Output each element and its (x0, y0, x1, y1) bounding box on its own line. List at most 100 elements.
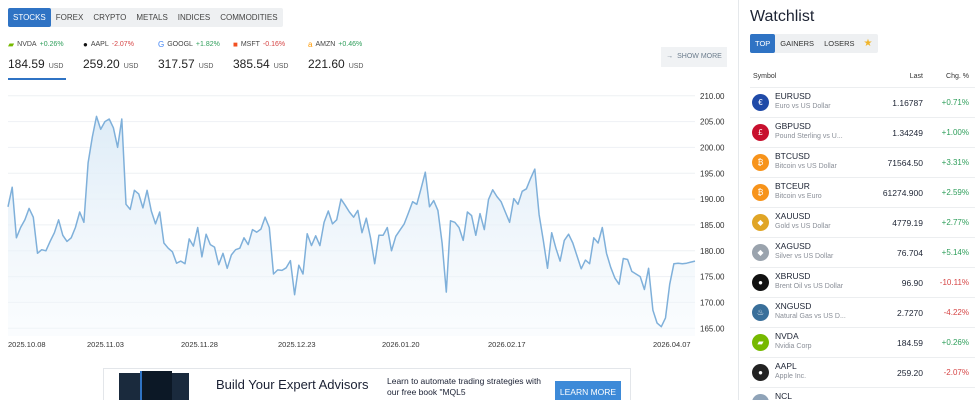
row-symbol: NCL (775, 391, 793, 400)
row-name: Pound Sterling vs U... (775, 133, 843, 140)
watchlist-row[interactable]: € EURUSD Euro vs US Dollar 1.16787 +0.71% (750, 87, 975, 117)
bitcoin-icon: ₿ (752, 184, 769, 201)
ad-description: Learn to automate trading strategies wit… (387, 376, 542, 397)
watchlist-row[interactable]: ◆ XAUUSD Gold vs US Dollar 4779.19 +2.77% (750, 207, 975, 237)
star-icon[interactable]: ★ (864, 38, 873, 49)
row-name: Gold vs US Dollar (775, 223, 831, 230)
watchlist-row[interactable]: ₿ BTCUSD Bitcoin vs US Dollar 71564.50 +3.31… (750, 147, 975, 177)
row-last: 184.59 (897, 338, 923, 348)
x-tick-label: 2026.01.20 (382, 340, 420, 349)
tab-indices[interactable]: INDICES (173, 8, 215, 27)
row-symbol: EURUSD (775, 91, 811, 101)
ticker-aapl[interactable]: ● AAPL -2.07% 259.20 USD (83, 40, 158, 73)
ticker-price: 259.20 (83, 57, 120, 71)
row-last: 259.20 (897, 368, 923, 378)
row-last: 61274.900 (882, 188, 923, 198)
show-more-label: SHOW MORE (677, 53, 722, 60)
gold-icon: ◆ (752, 214, 769, 231)
amazon-logo-icon: a (308, 40, 313, 49)
price-chart-svg: 210.00 205.00 200.00 195.00 190.00 185.00 180.… (7, 92, 725, 349)
y-tick-label: 165.00 (700, 324, 725, 333)
row-change: -10.11% (939, 278, 969, 287)
tab-losers[interactable]: LOSERS (819, 34, 859, 53)
row-change: +5.14% (941, 248, 969, 257)
watchlist-row[interactable]: NCL (750, 387, 975, 400)
row-symbol: AAPL (775, 361, 797, 371)
y-tick-label: 210.00 (700, 92, 725, 101)
row-name: Nvidia Corp (775, 343, 812, 350)
watchlist-list: € EURUSD Euro vs US Dollar 1.16787 +0.71% £ GB… (750, 87, 975, 400)
tab-stocks[interactable]: STOCKS (8, 8, 51, 27)
row-symbol: XBRUSD (775, 271, 811, 281)
y-tick-label: 180.00 (700, 247, 725, 256)
row-symbol: XNGUSD (775, 301, 812, 311)
ticker-price: 221.60 (308, 57, 345, 71)
row-name: Euro vs US Dollar (775, 103, 831, 110)
panel-divider (738, 0, 739, 400)
market-panel: STOCKS FOREX CRYPTO METALS INDICES COMMO… (0, 0, 735, 400)
x-tick-label: 2025.10.08 (8, 340, 46, 349)
x-tick-label: 2025.11.03 (87, 340, 124, 349)
selected-ticker-indicator (8, 78, 66, 80)
ticker-symbol: AMZN (315, 41, 336, 48)
watchlist-row[interactable]: ₿ BTCEUR Bitcoin vs Euro 61274.900 +2.59% (750, 177, 975, 207)
tab-crypto[interactable]: CRYPTO (88, 8, 131, 27)
row-last: 96.90 (901, 278, 923, 288)
x-tick-label: 2025.12.23 (278, 340, 316, 349)
tab-commodities[interactable]: COMMODITIES (215, 8, 282, 27)
microsoft-logo-icon: ■ (233, 40, 238, 49)
x-tick-label: 2026.04.07 (653, 340, 691, 349)
row-name: Silver vs US Dollar (775, 253, 834, 260)
y-tick-label: 170.00 (700, 298, 725, 307)
ticker-price: 385.54 (233, 57, 270, 71)
watchlist-title: Watchlist (750, 8, 815, 25)
watchlist-row[interactable]: ▰ NVDA Nvidia Corp 184.59 +0.26% (750, 327, 975, 357)
header-symbol: Symbol (753, 73, 777, 80)
ticker-symbol: GOOGL (167, 41, 193, 48)
row-last: 4779.19 (892, 218, 923, 228)
row-last: 71564.50 (887, 158, 923, 168)
apple-logo-icon: ● (83, 40, 88, 49)
ticker-currency: USD (123, 63, 139, 70)
generic-icon (752, 394, 769, 400)
row-name: Apple Inc. (775, 373, 807, 380)
apple-logo-icon: ● (752, 364, 769, 381)
ticker-currency: USD (48, 63, 64, 70)
ticker-msft[interactable]: ■ MSFT -0.16% 385.54 USD (233, 40, 308, 73)
tab-metals[interactable]: METALS (131, 8, 172, 27)
watchlist-row[interactable]: ● AAPL Apple Inc. 259.20 -2.07% (750, 357, 975, 387)
row-name: Natural Gas vs US D... (775, 313, 846, 320)
tab-forex[interactable]: FOREX (51, 8, 89, 27)
row-last: 1.16787 (892, 98, 923, 108)
y-tick-label: 205.00 (700, 118, 725, 127)
ticker-change: -0.16% (262, 41, 286, 48)
ad-banner[interactable]: Build Your Expert Advisors Learn to auto… (103, 368, 631, 400)
ticker-price: 317.57 (158, 57, 195, 71)
watchlist-row[interactable]: ♨ XNGUSD Natural Gas vs US D... 2.7270 -4.22… (750, 297, 975, 327)
header-change: Chg. % (946, 73, 969, 80)
price-chart[interactable]: 210.00 205.00 200.00 195.00 190.00 185.00 180.… (0, 88, 735, 358)
nvidia-logo-icon: ▰ (752, 334, 769, 351)
ticker-amzn[interactable]: a AMZN +0.46% 221.60 USD (308, 40, 383, 73)
row-change: +0.71% (941, 98, 969, 107)
ticker-change: +1.82% (195, 41, 220, 48)
ticker-change: +0.26% (39, 41, 64, 48)
row-change: +2.59% (941, 188, 969, 197)
row-name: Bitcoin vs US Dollar (775, 163, 837, 170)
row-change: +0.26% (941, 338, 969, 347)
watchlist-row[interactable]: £ GBPUSD Pound Sterling vs U... 1.34249 +1.0… (750, 117, 975, 147)
y-tick-label: 190.00 (700, 195, 725, 204)
watchlist-row[interactable]: ● XBRUSD Brent Oil vs US Dollar 96.90 -10.11… (750, 267, 975, 297)
ad-title: Build Your Expert Advisors (216, 377, 369, 392)
price-area (8, 116, 695, 337)
tab-top[interactable]: TOP (750, 34, 776, 53)
show-more-button[interactable]: → SHOW MORE (661, 47, 727, 67)
learn-more-button[interactable]: LEARN MORE (555, 381, 621, 400)
tab-gainers[interactable]: GAINERS (775, 34, 819, 53)
ticker-nvda[interactable]: ▰ NVDA +0.26% 184.59 USD (8, 40, 83, 73)
ticker-googl[interactable]: G GOOGL +1.82% 317.57 USD (158, 40, 233, 73)
y-tick-label: 185.00 (700, 221, 725, 230)
bitcoin-icon: ₿ (752, 154, 769, 171)
watchlist-header: Symbol Last Chg. % (750, 73, 975, 83)
watchlist-row[interactable]: ◆ XAGUSD Silver vs US Dollar 76.704 +5.14% (750, 237, 975, 267)
